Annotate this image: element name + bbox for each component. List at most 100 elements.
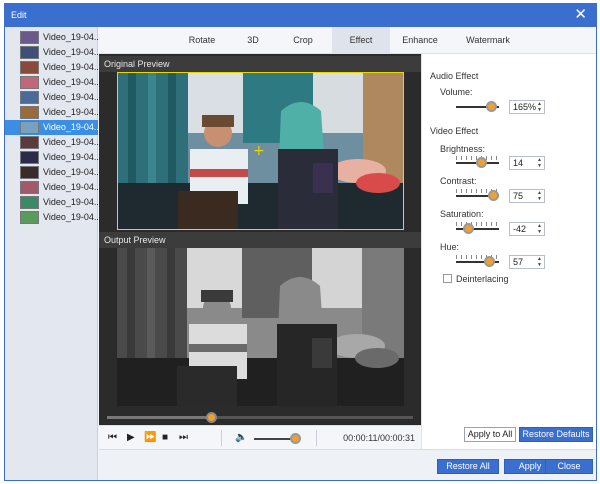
brightness-handle[interactable]	[475, 157, 487, 168]
clip-item[interactable]: Video_19-04...	[5, 180, 102, 195]
clip-item[interactable]: Video_19-04...	[5, 120, 102, 135]
clip-item[interactable]: Video_19-04...	[5, 165, 102, 180]
edit-window: Edit ✕ Video_19-04... Video_19-04... Video…	[4, 3, 597, 481]
clip-item[interactable]: Video_19-04...	[5, 150, 101, 165]
volume-effect-slider[interactable]	[456, 101, 499, 112]
divider	[316, 430, 317, 446]
clip-name: Video_19-04...	[43, 47, 102, 57]
clip-item[interactable]: Video_19-04...	[5, 135, 102, 150]
volume-slider[interactable]	[254, 433, 302, 444]
clip-name: Video_19-04...	[43, 167, 102, 177]
clip-thumbnail	[20, 46, 39, 59]
clip-thumbnail	[20, 166, 39, 179]
clip-name: Video_19-04...	[43, 107, 102, 117]
video-effect-title: Video Effect	[430, 126, 479, 136]
contrast-slider[interactable]	[456, 189, 500, 201]
deinterlacing-checkbox[interactable]	[443, 274, 452, 283]
deinterlacing-label: Deinterlacing	[456, 274, 509, 284]
tab-watermark[interactable]: Watermark	[456, 27, 520, 54]
stepper-arrows-icon[interactable]: ▲ ▼	[537, 157, 542, 169]
close-button[interactable]: Close	[545, 459, 593, 474]
tab-3d[interactable]: 3D	[235, 27, 271, 54]
clip-name: Video_19-04...	[43, 77, 102, 87]
original-video-frame: +	[118, 73, 403, 229]
volume-label: Volume:	[440, 87, 473, 97]
clip-item[interactable]: Video_19-04...	[5, 90, 102, 105]
playback-controls: ⏮ ▶ ⏩ ■ ⏭ 🔈 00:00:11/00:00:31	[99, 425, 421, 449]
stop-icon[interactable]: ■	[162, 431, 168, 445]
clip-item[interactable]: Video_19-04...	[5, 195, 102, 210]
clip-thumbnail	[20, 31, 39, 44]
clip-thumbnail	[20, 76, 39, 89]
audio-effect-title: Audio Effect	[430, 71, 479, 81]
brightness-value: 14	[513, 158, 524, 168]
close-icon[interactable]: ✕	[574, 7, 587, 22]
clip-name: Video_19-04...	[43, 122, 102, 132]
original-preview[interactable]: +	[117, 72, 404, 230]
saturation-value-field[interactable]: -42 ▲ ▼	[509, 222, 545, 236]
speaker-icon[interactable]: 🔈	[235, 431, 247, 445]
volume-handle[interactable]	[290, 433, 302, 444]
clip-thumbnail	[20, 91, 39, 104]
clip-name: Video_19-04...	[43, 197, 102, 207]
volume-value-field[interactable]: 165% ▲ ▼	[509, 100, 545, 114]
tab-crop[interactable]: Crop	[277, 27, 329, 54]
contrast-value: 75	[513, 191, 524, 201]
timecode: 00:00:11/00:00:31	[343, 433, 415, 443]
clip-thumbnail	[20, 181, 39, 194]
volume-value: 165%	[513, 102, 537, 112]
clip-name: Video_19-04...	[43, 62, 102, 72]
tab-bar: Rotate 3D Crop Effect Enhance Watermark	[99, 27, 596, 54]
skip-forward-icon[interactable]: ⏭	[179, 431, 188, 445]
restore-all-button[interactable]: Restore All	[437, 459, 499, 474]
play-icon[interactable]: ▶	[127, 431, 135, 445]
fast-forward-icon[interactable]: ⏩	[144, 431, 156, 445]
restore-defaults-button[interactable]: Restore Defaults	[519, 427, 593, 442]
clip-item[interactable]: Video_19-04...	[5, 30, 101, 45]
clip-name: Video_19-04...	[43, 137, 102, 147]
saturation-label: Saturation:	[440, 209, 484, 219]
brightness-value-field[interactable]: 14 ▲ ▼	[509, 156, 545, 170]
clip-thumbnail	[20, 106, 39, 119]
apply-to-all-button[interactable]: Apply to All	[464, 427, 516, 442]
tab-enhance[interactable]: Enhance	[392, 27, 448, 54]
tab-rotate[interactable]: Rotate	[174, 27, 230, 54]
output-preview	[117, 248, 404, 406]
brightness-slider[interactable]	[456, 156, 499, 168]
clip-thumbnail	[20, 151, 39, 164]
clip-name: Video_19-04...	[43, 92, 102, 102]
hue-slider[interactable]	[456, 255, 499, 267]
clip-item[interactable]: Video_19-04...	[5, 45, 102, 60]
contrast-handle[interactable]	[488, 190, 500, 201]
clip-thumbnail	[20, 196, 39, 209]
clip-item[interactable]: Video_19-04...	[5, 75, 102, 90]
hue-handle[interactable]	[483, 256, 495, 267]
stepper-arrows-icon[interactable]: ▲ ▼	[537, 190, 542, 202]
stepper-arrows-icon[interactable]: ▲ ▼	[537, 101, 542, 113]
saturation-slider[interactable]	[456, 222, 499, 234]
svg-text:+: +	[253, 143, 265, 159]
clip-item[interactable]: Video_19-04...	[5, 60, 102, 75]
clip-item[interactable]: Video_19-04...	[5, 210, 101, 225]
volume-effect-handle[interactable]	[486, 101, 498, 112]
clip-thumbnail	[20, 61, 39, 74]
stepper-arrows-icon[interactable]: ▲ ▼	[537, 223, 542, 235]
clip-name: Video_19-04...	[43, 182, 102, 192]
saturation-handle[interactable]	[463, 223, 475, 234]
tab-effect[interactable]: Effect	[332, 27, 390, 54]
clip-list: Video_19-04... Video_19-04... Video_19-04.…	[5, 27, 102, 480]
hue-value: 57	[513, 257, 524, 267]
clip-item[interactable]: Video_19-04...	[5, 105, 102, 120]
stepper-arrows-icon[interactable]: ▲ ▼	[537, 256, 542, 268]
hue-value-field[interactable]: 57 ▲ ▼	[509, 255, 545, 269]
clip-thumbnail	[20, 211, 39, 224]
contrast-value-field[interactable]: 75 ▲ ▼	[509, 189, 545, 203]
skip-back-icon[interactable]: ⏮	[108, 431, 117, 445]
saturation-value: -42	[513, 224, 527, 234]
original-preview-header: Original Preview	[99, 56, 421, 72]
timeline-handle[interactable]	[206, 412, 218, 423]
clip-thumbnail	[20, 121, 39, 134]
timeline-scrubber[interactable]	[107, 412, 413, 423]
timeline-progress	[107, 416, 212, 419]
output-preview-header: Output Preview	[99, 232, 421, 248]
